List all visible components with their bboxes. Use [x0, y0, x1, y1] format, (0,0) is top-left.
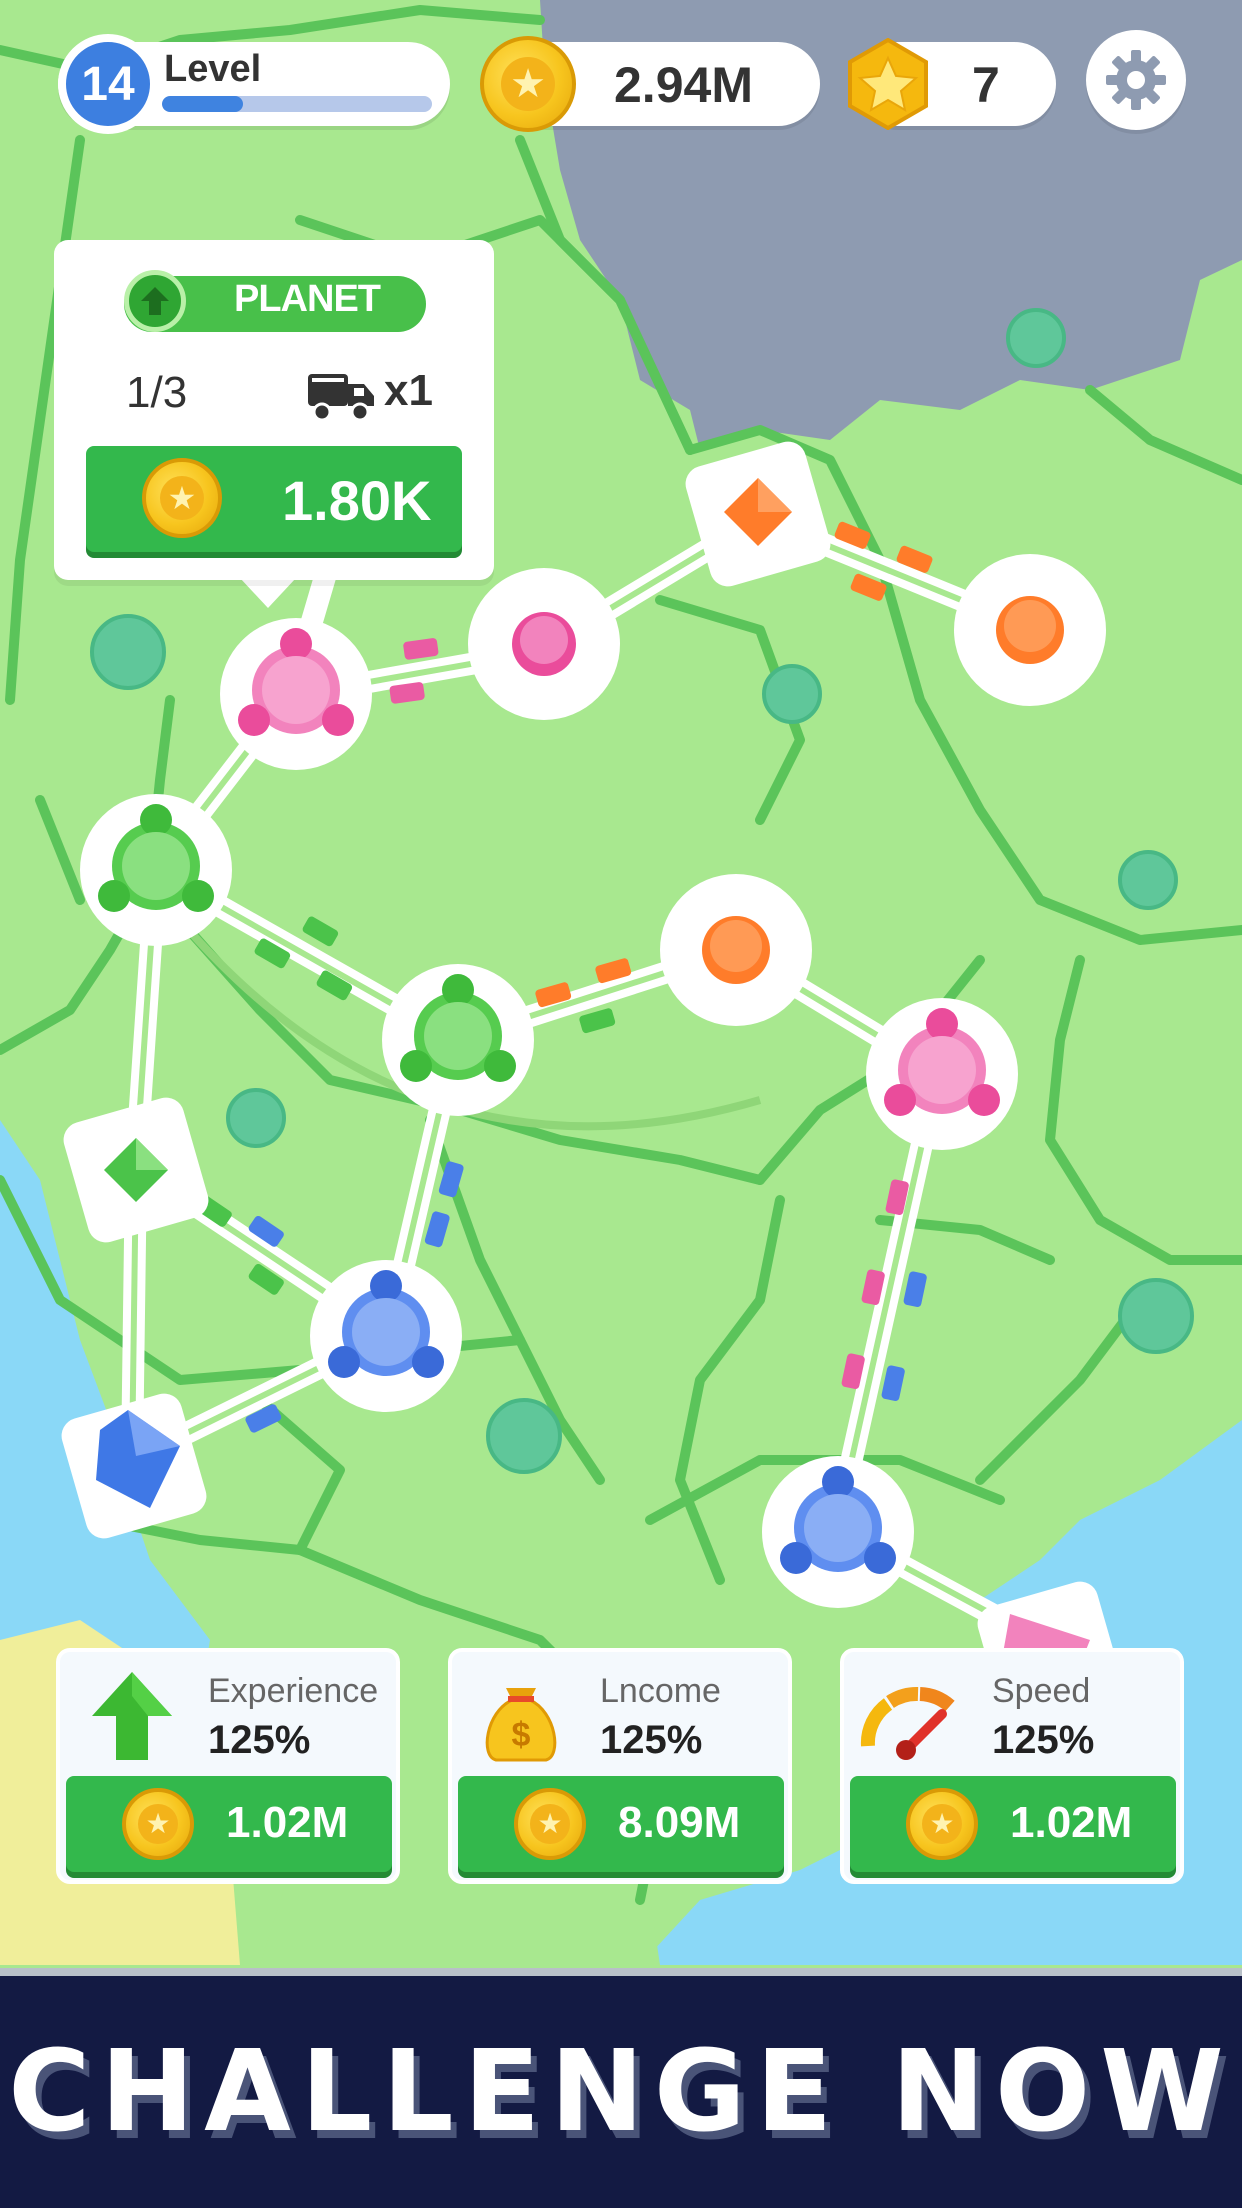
planet-card: PLANET 1/3 x1 ★ 1.80K: [54, 240, 494, 580]
upgrade-name: Speed: [992, 1672, 1091, 1710]
coin-star-icon: ★: [142, 458, 222, 538]
upgrade-cost: 8.09M: [618, 1798, 741, 1847]
truck-icon: [308, 374, 374, 422]
planet-tag-label: PLANET: [234, 278, 381, 320]
upgrade-income-button[interactable]: ★ 8.09M: [458, 1776, 784, 1872]
challenge-label: CHALLENGE NOW: [8, 2027, 1234, 2157]
planet-buy-button[interactable]: ★ 1.80K: [86, 446, 462, 552]
stars-value: 7: [972, 57, 1000, 113]
speedometer-icon: [860, 1687, 955, 1760]
gear-icon: [1106, 50, 1166, 110]
upgrade-card-income: $ Lncome 125% ★ 8.09M: [448, 1648, 792, 1884]
upgrade-percent: 125%: [600, 1718, 703, 1762]
tree: [486, 1398, 562, 1474]
planet-buy-cost: 1.80K: [282, 469, 432, 532]
svg-text:$: $: [512, 1716, 531, 1754]
level-number: 14: [81, 57, 135, 111]
upgrade-arrow-icon: [124, 270, 186, 332]
coin-star-icon: ★: [906, 1788, 978, 1860]
tree: [1006, 308, 1066, 368]
settings-button[interactable]: [1086, 30, 1186, 130]
level-progress-bar: [162, 96, 432, 112]
coin-star-icon: ★: [480, 36, 576, 132]
coins-value: 2.94M: [614, 57, 753, 113]
level-badge: 14: [58, 34, 158, 134]
challenge-now-button[interactable]: CHALLENGE NOW: [0, 1968, 1242, 2208]
green-arrow-up-icon: [92, 1672, 172, 1760]
upgrade-percent: 125%: [208, 1718, 311, 1762]
upgrade-cost: 1.02M: [226, 1798, 349, 1847]
upgrade-speed-button[interactable]: ★ 1.02M: [850, 1776, 1176, 1872]
tree: [226, 1088, 286, 1148]
upgrade-card-speed: Speed 125% ★ 1.02M: [840, 1648, 1184, 1884]
coin-star-icon: ★: [122, 1788, 194, 1860]
tree: [762, 664, 822, 724]
upgrade-card-experience: Experience 125% ★ 1.02M: [56, 1648, 400, 1884]
planet-card-pointer: [240, 578, 296, 608]
upgrade-cost: 1.02M: [1010, 1798, 1133, 1847]
coin-star-icon: ★: [514, 1788, 586, 1860]
level-label: Level: [164, 48, 262, 90]
upgrade-name: Lncome: [600, 1672, 721, 1710]
tree: [1118, 850, 1178, 910]
tree: [1118, 1278, 1194, 1354]
star-hex-icon: [848, 38, 928, 130]
tree: [90, 614, 166, 690]
upgrade-name: Experience: [208, 1672, 379, 1710]
planet-progress: 1/3: [126, 368, 188, 417]
planet-trucks-count: x1: [384, 366, 433, 415]
upgrade-experience-button[interactable]: ★ 1.02M: [66, 1776, 392, 1872]
level-progress-fill: [162, 96, 243, 112]
money-bag-icon: $: [485, 1688, 557, 1762]
upgrade-percent: 125%: [992, 1718, 1095, 1762]
